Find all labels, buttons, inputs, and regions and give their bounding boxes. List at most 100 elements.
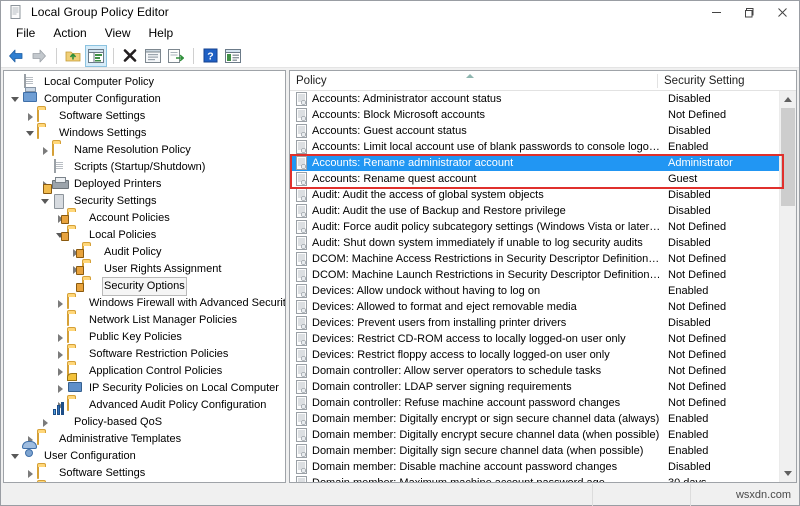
qos-chart-icon: [52, 401, 68, 431]
table-row[interactable]: Domain controller: Allow server operator…: [290, 363, 779, 379]
table-row[interactable]: DCOM: Machine Access Restrictions in Sec…: [290, 251, 779, 267]
tree-item-application-control-policies[interactable]: Application Control Policies: [4, 362, 285, 380]
twisty-open-icon[interactable]: [8, 91, 22, 108]
menu-help[interactable]: Help: [140, 24, 183, 43]
minimize-button[interactable]: [700, 1, 733, 23]
twisty-closed-icon[interactable]: [23, 108, 37, 125]
tree-item-scripts-startup-shutdown[interactable]: Scripts (Startup/Shutdown): [4, 158, 285, 176]
restore-button[interactable]: [733, 1, 766, 23]
table-row[interactable]: Accounts: Administrator account status Di…: [290, 91, 779, 107]
table-row[interactable]: Accounts: Block Microsoft accounts Not De…: [290, 107, 779, 123]
table-row[interactable]: Audit: Shut down system immediately if u…: [290, 235, 779, 251]
tree-item-ip-security-policies-on-local-computer[interactable]: IP Security Policies on Local Computer: [4, 380, 285, 397]
policy-document-icon: [293, 91, 309, 107]
tree-item-software-restriction-policies[interactable]: Software Restriction Policies: [4, 345, 285, 363]
table-row[interactable]: Accounts: Rename administrator account Ad…: [290, 155, 779, 171]
tree-item-windows-settings[interactable]: Windows Settings: [4, 124, 285, 142]
twisty-open-icon[interactable]: [8, 448, 22, 465]
scrollbar-thumb[interactable]: [781, 108, 795, 206]
scroll-up-button[interactable]: [780, 91, 796, 108]
table-row[interactable]: DCOM: Machine Launch Restrictions in Sec…: [290, 267, 779, 283]
policy-document-icon: [293, 347, 309, 363]
delete-button[interactable]: [119, 45, 141, 67]
help-button[interactable]: ?: [199, 45, 221, 67]
table-row[interactable]: Domain member: Maximum machine account p…: [290, 475, 779, 482]
tree-item-public-key-policies[interactable]: Public Key Policies: [4, 328, 285, 346]
table-row[interactable]: Domain controller: LDAP server signing r…: [290, 379, 779, 395]
twisty-closed-icon[interactable]: [38, 142, 52, 159]
console-tree[interactable]: Local Computer Policy Computer Configurat…: [4, 71, 285, 482]
twisty-closed-icon[interactable]: [53, 346, 67, 363]
policy-name-cell: Audit: Force audit policy subcategory se…: [312, 221, 661, 233]
table-row[interactable]: Accounts: Rename quest account Guest: [290, 171, 779, 187]
twisty-placeholder: [38, 159, 52, 176]
tree-item-security-settings[interactable]: Security Settings: [4, 193, 285, 210]
tree-item-local-computer-policy[interactable]: Local Computer Policy: [4, 73, 285, 91]
tree-item-security-options[interactable]: Security Options: [4, 277, 285, 296]
scroll-down-button[interactable]: [780, 465, 796, 482]
window-controls: [700, 1, 799, 23]
up-one-level-button[interactable]: [62, 45, 84, 67]
forward-button[interactable]: [28, 45, 50, 67]
table-row[interactable]: Accounts: Guest account status Disabled: [290, 123, 779, 139]
twisty-open-icon[interactable]: [38, 193, 52, 210]
twisty-closed-icon[interactable]: [23, 465, 37, 482]
twisty-closed-icon[interactable]: [53, 363, 67, 380]
table-row[interactable]: Domain member: Digitally sign secure cha…: [290, 443, 779, 459]
back-button[interactable]: [5, 45, 27, 67]
tree-item-software-settings[interactable]: Software Settings: [4, 464, 285, 482]
table-row[interactable]: Domain member: Disable machine account p…: [290, 459, 779, 475]
status-segment-primary: [1, 483, 593, 506]
tree-item-software-settings[interactable]: Software Settings: [4, 107, 285, 125]
tree-item-local-policies[interactable]: Local Policies: [4, 226, 285, 244]
tree-item-computer-configuration[interactable]: Computer Configuration: [4, 91, 285, 108]
table-row[interactable]: Audit: Audit the use of Backup and Resto…: [290, 203, 779, 219]
twisty-open-icon[interactable]: [23, 125, 37, 142]
tree-item-audit-policy[interactable]: Audit Policy: [4, 243, 285, 261]
table-row[interactable]: Devices: Prevent users from installing p…: [290, 315, 779, 331]
table-row[interactable]: Devices: Restrict CD-ROM access to local…: [290, 331, 779, 347]
properties-button[interactable]: [142, 45, 164, 67]
menu-file[interactable]: File: [7, 24, 44, 43]
twisty-closed-icon[interactable]: [53, 329, 67, 346]
tree-item-user-rights-assignment[interactable]: User Rights Assignment: [4, 260, 285, 278]
twisty-closed-icon[interactable]: [53, 295, 67, 312]
twisty-closed-icon[interactable]: [53, 380, 67, 397]
close-button[interactable]: [766, 1, 799, 23]
policy-rows[interactable]: Accounts: Administrator account status Di…: [290, 91, 779, 482]
tree-item-label: Local Policies: [89, 229, 157, 241]
folder-icon: [52, 141, 68, 159]
tree-item-advanced-audit-policy-configuration[interactable]: Advanced Audit Policy Configuration: [4, 396, 285, 414]
menu-view[interactable]: View: [96, 24, 140, 43]
tree-item-network-list-manager-policies[interactable]: Network List Manager Policies: [4, 311, 285, 329]
tree-item-policy-based-qos[interactable]: Policy-based QoS: [4, 401, 285, 431]
tree-item-user-configuration[interactable]: User Configuration: [4, 448, 285, 465]
column-header-security-setting[interactable]: Security Setting: [658, 71, 796, 91]
export-list-button[interactable]: [165, 45, 187, 67]
tree-item-label: Windows Settings: [59, 127, 147, 139]
column-header-policy[interactable]: Policy: [290, 71, 658, 91]
policy-name-cell: Devices: Prevent users from installing p…: [312, 317, 567, 329]
tree-item-administrative-templates[interactable]: Administrative Templates: [4, 430, 285, 448]
folder-lock-icon: [67, 226, 83, 244]
table-row[interactable]: Devices: Allow undock without having to …: [290, 283, 779, 299]
table-row[interactable]: Audit: Force audit policy subcategory se…: [290, 219, 779, 235]
table-row[interactable]: Devices: Allowed to format and eject rem…: [290, 299, 779, 315]
table-row[interactable]: Accounts: Limit local account use of bla…: [290, 139, 779, 155]
tree-item-name-resolution-policy[interactable]: Name Resolution Policy: [4, 141, 285, 159]
table-row[interactable]: Audit: Audit the access of global system…: [290, 187, 779, 203]
scrollbar-track[interactable]: [780, 108, 796, 465]
table-row[interactable]: Domain controller: Refuse machine accoun…: [290, 395, 779, 411]
view-options-button[interactable]: [222, 45, 244, 67]
table-row[interactable]: Devices: Restrict floppy access to local…: [290, 347, 779, 363]
tree-item-windows-firewall-with-advanced-security[interactable]: Windows Firewall with Advanced Security: [4, 294, 285, 312]
menu-action[interactable]: Action: [44, 24, 95, 43]
status-segment-watermark: wsxdn.com: [691, 484, 799, 506]
tree-item-account-policies[interactable]: Account Policies: [4, 209, 285, 227]
policy-document-icon: [293, 443, 309, 459]
table-row[interactable]: Domain member: Digitally encrypt secure …: [290, 427, 779, 443]
table-row[interactable]: Domain member: Digitally encrypt or sign…: [290, 411, 779, 427]
vertical-scrollbar[interactable]: [779, 91, 796, 482]
show-hide-console-tree-button[interactable]: [85, 44, 107, 67]
script-doc-icon: [52, 158, 68, 176]
